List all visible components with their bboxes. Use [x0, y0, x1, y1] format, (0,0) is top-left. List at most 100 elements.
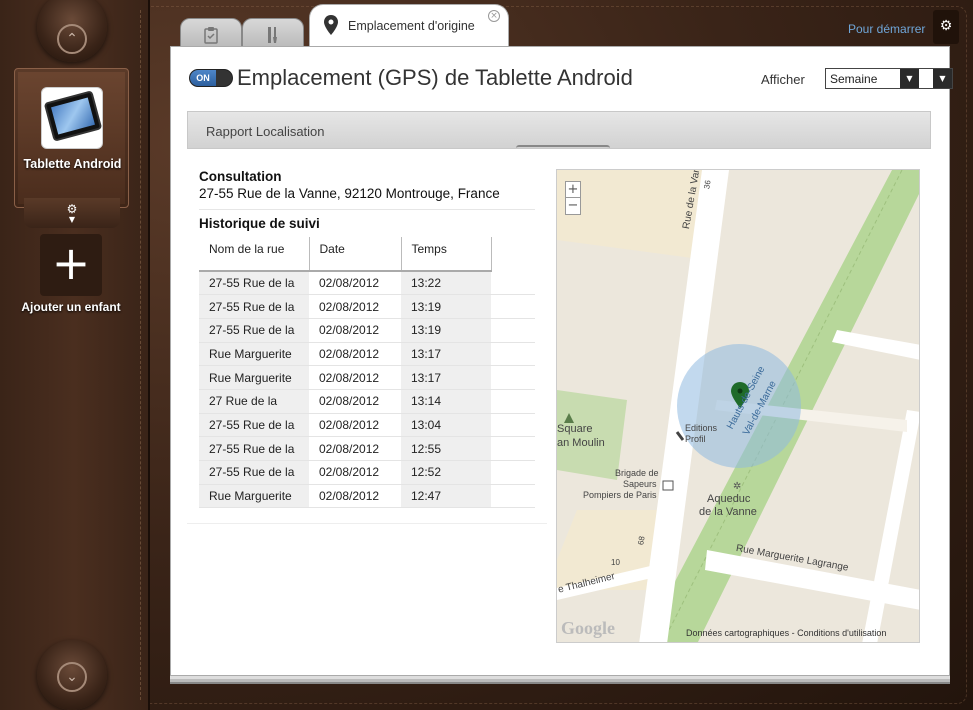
table-row[interactable]: 27-55 Rue de la 02/08/2012 12:52 — [199, 460, 535, 485]
consultation-title: Consultation — [199, 169, 282, 184]
add-child-button[interactable]: + — [40, 234, 102, 296]
chevron-down-icon: ⌄ — [57, 662, 87, 692]
add-child-label[interactable]: Ajouter un enfant — [0, 300, 142, 314]
divider — [199, 209, 535, 210]
map-label-number: 36 — [702, 179, 713, 190]
column-header-date[interactable]: Date — [309, 237, 402, 272]
chevron-down-icon: ▼ — [933, 69, 952, 88]
map-label-poi: Brigade de — [615, 468, 659, 478]
table-row[interactable]: Rue Marguerite 02/08/2012 13:17 — [199, 365, 535, 390]
cell-date: 02/08/2012 — [309, 436, 401, 461]
gear-icon: ⚙ — [66, 202, 78, 216]
cell-street: 27-55 Rue de la — [199, 413, 309, 438]
cell-date: 02/08/2012 — [309, 318, 401, 343]
cell-street: Rue Marguerite — [199, 342, 309, 367]
cell-time: 13:17 — [401, 342, 491, 367]
nav-down-button[interactable]: ⌄ — [37, 640, 107, 710]
report-bar[interactable]: Rapport Localisation — [187, 111, 931, 149]
svg-text:✲: ✲ — [733, 481, 741, 492]
map-label-poi: an Moulin — [557, 437, 605, 449]
cell-date: 02/08/2012 — [309, 460, 401, 485]
divider — [187, 523, 547, 524]
cell-date: 02/08/2012 — [309, 484, 401, 509]
map-attribution[interactable]: Données cartographiques - Conditions d'u… — [686, 628, 886, 638]
table-row[interactable]: 27-55 Rue de la 02/08/2012 12:55 — [199, 436, 535, 461]
map-label-number: 68 — [636, 535, 647, 546]
park-area — [557, 390, 627, 480]
tab-location[interactable]: Emplacement d'origine × — [309, 4, 509, 48]
cell-time: 12:55 — [401, 436, 491, 461]
cell-date: 02/08/2012 — [309, 271, 401, 296]
tools-icon — [268, 27, 277, 43]
map-label-poi: Square — [557, 423, 593, 435]
device-settings-button[interactable]: ⚙ ▼ — [24, 198, 120, 228]
map-pin-icon — [324, 15, 338, 35]
table-row[interactable]: Rue Marguerite 02/08/2012 13:17 — [199, 342, 535, 367]
history-table: Nom de la rue Date Temps 27-55 Rue de la… — [199, 237, 535, 509]
zoom-in-button[interactable]: + — [566, 182, 580, 198]
table-row[interactable]: 27-55 Rue de la 02/08/2012 13:19 — [199, 294, 535, 319]
cell-date: 02/08/2012 — [309, 389, 401, 414]
map-label-poi: Aqueduc — [707, 493, 751, 505]
map-label-poi: Editions — [685, 423, 718, 433]
map-view[interactable]: ✲ + − Rue de la Vanne 36 Hauts-de-Seine … — [556, 169, 920, 643]
tracking-toggle[interactable]: ON — [189, 69, 233, 87]
plus-icon: + — [51, 236, 91, 290]
global-settings-button[interactable]: ⚙ — [933, 10, 959, 44]
close-tab-icon[interactable]: × — [488, 10, 500, 22]
cell-time: 13:04 — [401, 413, 491, 438]
cell-time: 12:52 — [401, 460, 491, 485]
clipboard-icon — [204, 27, 218, 44]
chevron-up-icon: ⌃ — [57, 24, 87, 54]
table-row[interactable]: 27-55 Rue de la 02/08/2012 13:22 — [199, 271, 535, 296]
column-header-street[interactable]: Nom de la rue — [199, 237, 310, 272]
history-title: Historique de suivi — [199, 216, 320, 231]
cell-street: Rue Marguerite — [199, 484, 309, 509]
cell-street: Rue Marguerite — [199, 365, 309, 390]
cell-time: 13:14 — [401, 389, 491, 414]
content-panel: ON Emplacement (GPS) de Tablette Android… — [170, 46, 953, 676]
cell-street: 27 Rue de la — [199, 389, 309, 414]
cell-street: 27-55 Rue de la — [199, 460, 309, 485]
tablet-icon — [41, 87, 103, 149]
page-title: Emplacement (GPS) de Tablette Android — [237, 65, 633, 90]
map-label-poi: Sapeurs — [623, 479, 657, 489]
device-name: Tablette Android — [23, 157, 122, 171]
cell-time: 13:22 — [401, 271, 491, 296]
zoom-out-button[interactable]: − — [566, 198, 580, 214]
cell-time: 13:19 — [401, 294, 491, 319]
chevron-down-icon: ▼ — [900, 69, 919, 88]
resize-grip[interactable] — [516, 145, 610, 151]
cell-street: 27-55 Rue de la — [199, 436, 309, 461]
device-card[interactable]: Tablette Android — [14, 68, 129, 208]
cell-street: 27-55 Rue de la — [199, 318, 309, 343]
caret-down-icon: ▼ — [68, 215, 76, 224]
cell-street: 27-55 Rue de la — [199, 271, 309, 296]
getting-started-link[interactable]: Pour démarrer — [848, 22, 925, 36]
map-label-number: 10 — [611, 558, 620, 567]
period-select-value: Semaine — [830, 72, 878, 86]
map-label-poi: de la Vanne — [699, 506, 757, 518]
zoom-control[interactable]: + − — [565, 181, 581, 215]
report-bar-label: Rapport Localisation — [206, 124, 325, 139]
column-header-time[interactable]: Temps — [401, 237, 492, 272]
tab-location-label: Emplacement d'origine — [348, 19, 475, 33]
sidebar: ⌃ Tablette Android ⚙ ▼ + Ajouter un enfa… — [0, 0, 150, 710]
cell-time: 12:47 — [401, 484, 491, 509]
filter-label: Afficher — [761, 72, 805, 87]
map-label-poi: Pompiers de Paris — [583, 490, 657, 500]
google-logo: Google — [561, 618, 615, 638]
table-row[interactable]: 27-55 Rue de la 02/08/2012 13:04 — [199, 413, 535, 438]
toggle-on-label: ON — [190, 70, 216, 86]
nav-up-button[interactable]: ⌃ — [37, 0, 107, 62]
cell-time: 13:19 — [401, 318, 491, 343]
map-label-poi: Profil — [685, 434, 706, 444]
table-row[interactable]: 27-55 Rue de la 02/08/2012 13:19 — [199, 318, 535, 343]
table-row[interactable]: 27 Rue de la 02/08/2012 13:14 — [199, 389, 535, 414]
table-row[interactable]: Rue Marguerite 02/08/2012 12:47 — [199, 484, 535, 509]
cell-time: 13:17 — [401, 365, 491, 390]
consultation-address: 27-55 Rue de la Vanne, 92120 Montrouge, … — [199, 186, 500, 201]
cell-date: 02/08/2012 — [309, 342, 401, 367]
cell-date: 02/08/2012 — [309, 413, 401, 438]
period-select[interactable]: Semaine ▼ ▼ — [825, 68, 953, 89]
